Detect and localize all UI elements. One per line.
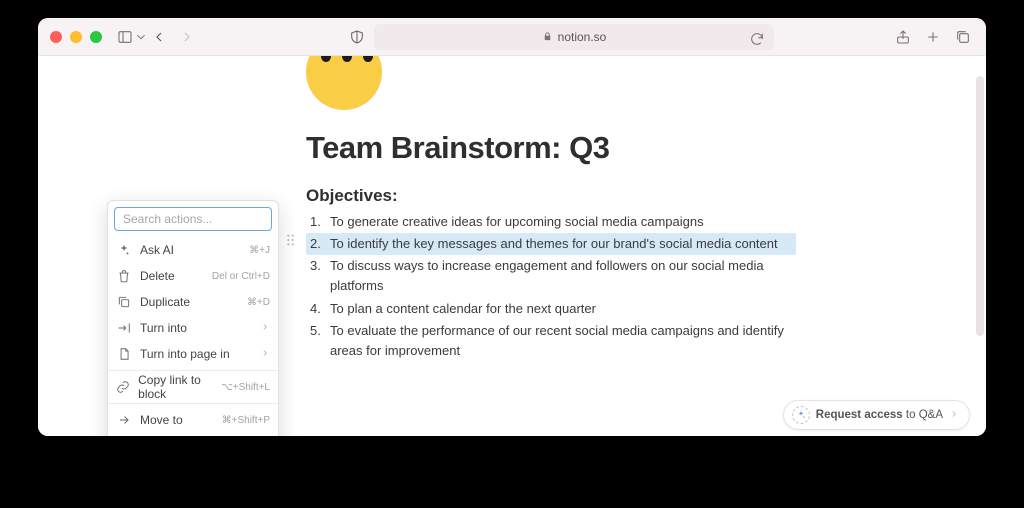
menu-item-turn-into[interactable]: Turn into	[108, 315, 278, 341]
minimize-window-button[interactable]	[70, 31, 82, 43]
menu-item-duplicate[interactable]: Duplicate⌘+D	[108, 289, 278, 315]
objective-item[interactable]: 3.To discuss ways to increase engagement…	[306, 255, 796, 297]
browser-window: notion.so Team Brainstorm: Q3 Objectives…	[38, 18, 986, 436]
menu-separator	[108, 370, 278, 371]
objective-item[interactable]: 1.To generate creative ideas for upcomin…	[306, 211, 796, 233]
new-tab-button[interactable]	[922, 26, 944, 48]
sparkle-icon	[792, 406, 810, 424]
url-host: notion.so	[558, 30, 607, 44]
titlebar: notion.so	[38, 18, 986, 56]
privacy-shield-icon[interactable]	[346, 26, 368, 48]
page-content: Team Brainstorm: Q3 Objectives: 1.To gen…	[38, 56, 986, 436]
sparkle-icon	[116, 242, 132, 258]
menu-item-delete[interactable]: DeleteDel or Ctrl+D	[108, 263, 278, 289]
block-drag-handle[interactable]	[285, 233, 297, 247]
chevron-down-icon[interactable]	[134, 26, 148, 48]
duplicate-icon	[116, 294, 132, 310]
page-title[interactable]: Team Brainstorm: Q3	[306, 130, 609, 166]
objective-item[interactable]: 4.To plan a content calendar for the nex…	[306, 298, 796, 320]
toggle-sidebar-button[interactable]	[114, 26, 136, 48]
chevron-right-icon	[949, 409, 959, 422]
chevron-right-icon	[260, 321, 270, 335]
chevron-right-icon	[260, 347, 270, 361]
link-icon	[116, 379, 130, 395]
turn-into-icon	[116, 320, 132, 336]
menu-item-ask-ai[interactable]: Ask AI⌘+J	[108, 237, 278, 263]
request-access-qa-button[interactable]: Request access to Q&A	[783, 400, 970, 430]
lock-icon	[542, 31, 553, 42]
share-button[interactable]	[892, 26, 914, 48]
menu-separator	[108, 403, 278, 404]
objectives-list: 1.To generate creative ideas for upcomin…	[306, 211, 796, 362]
objective-item[interactable]: 5.To evaluate the performance of our rec…	[306, 320, 796, 362]
objective-item[interactable]: 2.To identify the key messages and theme…	[306, 233, 796, 255]
nav-forward-button[interactable]	[176, 26, 198, 48]
page-icon	[116, 346, 132, 362]
move-icon	[116, 412, 132, 428]
tabs-overview-button[interactable]	[952, 26, 974, 48]
close-window-button[interactable]	[50, 31, 62, 43]
section-heading[interactable]: Objectives:	[306, 186, 398, 206]
menu-item-turn-into-page-in[interactable]: Turn into page in	[108, 341, 278, 367]
nav-back-button[interactable]	[148, 26, 170, 48]
block-actions-menu: Search actions... Ask AI⌘+JDeleteDel or …	[107, 200, 279, 436]
trash-icon	[116, 268, 132, 284]
address-bar[interactable]: notion.so	[374, 24, 774, 50]
menu-item-copy-link-to-block[interactable]: Copy link to block⌥+Shift+L	[108, 374, 278, 400]
scrollbar[interactable]	[976, 76, 984, 336]
menu-item-move-to[interactable]: Move to⌘+Shift+P	[108, 407, 278, 433]
reload-button[interactable]	[746, 28, 768, 50]
search-actions-input[interactable]: Search actions...	[114, 207, 272, 231]
maximize-window-button[interactable]	[90, 31, 102, 43]
window-controls	[50, 31, 102, 43]
page-emoji-icon[interactable]	[306, 56, 382, 110]
